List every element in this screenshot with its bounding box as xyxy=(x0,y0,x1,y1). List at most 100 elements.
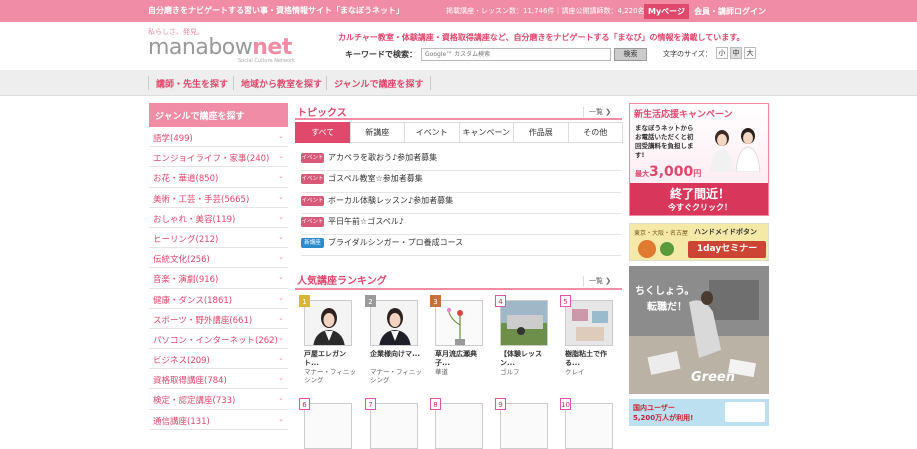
green-ad-text2: 転職だ！ xyxy=(647,302,687,313)
course-thumbnail[interactable] xyxy=(304,300,352,346)
rank-number: 8 xyxy=(430,398,441,410)
login-link[interactable]: 会員・講師ログイン xyxy=(694,6,766,17)
chevron-down-icon: ⌄ xyxy=(278,212,284,221)
sidebar-item-pc-internet[interactable]: パソコン・インターネット(262) ⌄ xyxy=(149,329,288,350)
mypage-button[interactable]: Myページ xyxy=(644,4,689,19)
sidebar-item-correspondence[interactable]: 通信講座(131) ⌄ xyxy=(149,410,288,430)
user-ad-banner[interactable]: 国内ユーザー 5,200万人が利用! xyxy=(629,399,769,426)
ranking-underline xyxy=(295,288,622,290)
site-logo[interactable]: 私らしさ、発見。 manabownet Social Culture Netwo… xyxy=(148,27,328,65)
rank-number: 10 xyxy=(560,398,571,410)
campaign-cta[interactable]: 終了間近！ 今すぐクリック！ xyxy=(630,183,768,215)
nav-item-genre[interactable]: ジャンルで講座を探す xyxy=(334,77,424,90)
ranking-title: 人気講座ランキング xyxy=(297,276,387,287)
nav-divider xyxy=(233,76,234,90)
font-size-small-button[interactable]: 小 xyxy=(716,47,728,59)
tab-all[interactable]: すべて xyxy=(295,122,351,143)
sidebar-item-music-drama[interactable]: 音楽・演劇(916) ⌄ xyxy=(149,268,288,289)
chevron-right-icon: ❯ xyxy=(605,108,612,116)
ranking-more-link[interactable]: 一覧 ❯ xyxy=(583,276,611,286)
seminar-places: 東京・大阪・名古屋 xyxy=(634,230,689,237)
nav-item-teachers[interactable]: 講師・先生を探す xyxy=(156,77,228,90)
course-title[interactable]: 樹脂粘土で作る... xyxy=(565,350,619,368)
sidebar-item-language[interactable]: 語学(499) ⌄ xyxy=(149,127,288,148)
keyword-label: キーワードで検索： xyxy=(345,50,417,59)
course-thumbnail[interactable] xyxy=(304,403,352,449)
sidebar-item-fashion-beauty[interactable]: おしゃれ・美容(119) ⌄ xyxy=(149,208,288,228)
course-thumbnail[interactable] xyxy=(565,300,613,346)
search-button[interactable]: 検索 xyxy=(614,48,647,61)
chevron-down-icon: ⌄ xyxy=(278,414,284,423)
nav-item-area[interactable]: 地域から教室を探す xyxy=(241,77,322,90)
course-thumbnail[interactable] xyxy=(370,300,418,346)
site-tagline: 自分磨きをナビゲートする習い事・資格情報サイト「まなぼうネット」 xyxy=(148,6,404,15)
course-category: 華道 xyxy=(435,368,448,376)
topic-title[interactable]: ゴスペル教室☆参加者募集 xyxy=(328,173,423,184)
list-item[interactable]: イベント アカペラを歌おう♪参加者募集 xyxy=(301,150,621,172)
campaign-max-label: 最大 xyxy=(635,170,649,178)
course-thumbnail[interactable] xyxy=(435,300,483,346)
font-size-label: 文字のサイズ： xyxy=(663,50,712,58)
sidebar-item-healing[interactable]: ヒーリング(212) ⌄ xyxy=(149,228,288,249)
nav-divider xyxy=(326,76,327,90)
button-icon xyxy=(638,240,656,258)
search-input[interactable] xyxy=(421,48,611,61)
sidebar-item-health-dance[interactable]: 健康・ダンス(1861) ⌄ xyxy=(149,289,288,309)
course-category: ゴルフ xyxy=(500,368,520,376)
list-item[interactable]: イベント ゴスペル教室☆参加者募集 xyxy=(301,171,621,193)
rank-number: 7 xyxy=(365,398,376,410)
course-category: クレイ xyxy=(565,368,585,376)
topic-title[interactable]: 平日午前☆ゴスペル♪ xyxy=(328,216,404,227)
campaign-cta-line2: 今すぐクリック！ xyxy=(668,203,732,212)
campaign-title: 新生活応援キャンペーン xyxy=(634,110,733,120)
tab-new-course[interactable]: 新講座 xyxy=(349,122,405,143)
seminar-banner[interactable]: 東京・大阪・名古屋 ハンドメイドボタン 1dayセミナー xyxy=(629,223,769,261)
course-thumbnail[interactable] xyxy=(500,403,548,449)
chevron-down-icon: ⌄ xyxy=(278,172,284,181)
topic-title[interactable]: ブライダルシンガー・プロ養成コース xyxy=(328,237,463,248)
sidebar-item-qualification[interactable]: 資格取得講座(784) ⌄ xyxy=(149,369,288,390)
chevron-down-icon: ⌄ xyxy=(278,354,284,363)
list-item[interactable]: イベント 平日午前☆ゴスペル♪ xyxy=(301,214,621,236)
tab-other[interactable]: その他 xyxy=(567,122,623,143)
sidebar-item-arts-crafts[interactable]: 美術・工芸・手芸(5665) ⌄ xyxy=(149,188,288,208)
sidebar-item-tradition[interactable]: 伝統文化(256) ⌄ xyxy=(149,248,288,269)
font-size-large-button[interactable]: 大 xyxy=(744,47,756,59)
course-title[interactable]: 【体験レッスン... xyxy=(500,350,554,368)
sidebar-item-certification[interactable]: 検定・認定講座(733) ⌄ xyxy=(149,389,288,410)
topic-title[interactable]: アカペラを歌おう♪参加者募集 xyxy=(328,152,437,163)
course-thumbnail[interactable] xyxy=(500,300,548,346)
course-title[interactable]: 草月流広瀬典子... xyxy=(435,350,489,368)
topics-title: トピックス xyxy=(297,108,347,119)
tab-exhibition[interactable]: 作品展 xyxy=(513,122,569,143)
sidebar-item-flowers[interactable]: お花・華道(850) ⌄ xyxy=(149,167,288,188)
logo-text-net: net xyxy=(252,35,292,60)
rank-number: 2 xyxy=(365,295,376,307)
course-thumbnail[interactable] xyxy=(370,403,418,449)
list-item[interactable]: イベント ボーカル体験レッスン♪参加者募集 xyxy=(301,193,621,214)
sidebar-item-sports[interactable]: スポーツ・野外講座(661) ⌄ xyxy=(149,309,288,329)
font-size-medium-button[interactable]: 中 xyxy=(730,47,742,59)
green-banner[interactable]: ちくしょう。 転職だ！ Green xyxy=(629,266,769,394)
tab-event[interactable]: イベント xyxy=(404,122,460,143)
chevron-down-icon: ⌄ xyxy=(278,313,284,322)
chevron-down-icon: ⌄ xyxy=(278,152,284,161)
course-thumbnail[interactable] xyxy=(565,403,613,449)
course-title[interactable]: 戸屋エレガント... xyxy=(304,350,358,368)
green-ad-text1: ちくしょう。 xyxy=(635,286,695,297)
list-item[interactable]: 新講座 ブライダルシンガー・プロ養成コース xyxy=(301,235,621,257)
campaign-cta-line1: 終了間近！ xyxy=(669,187,730,201)
campaign-banner[interactable]: 新生活応援キャンペーン まなぼうネットからお電話いただくと初回受講料を負担します… xyxy=(629,103,769,216)
topics-more-link[interactable]: 一覧 ❯ xyxy=(583,107,611,117)
button-icon xyxy=(660,242,674,256)
tab-campaign[interactable]: キャンペーン xyxy=(458,122,514,143)
course-thumbnail[interactable] xyxy=(435,403,483,449)
event-badge: イベント xyxy=(301,195,324,206)
rank-number: 3 xyxy=(430,295,441,307)
user-ad-logo xyxy=(725,402,765,422)
sidebar-item-enjoy-life[interactable]: エンジョイライフ・家事(240) ⌄ xyxy=(149,147,288,168)
topics-underline xyxy=(295,118,622,120)
topic-title[interactable]: ボーカル体験レッスン♪参加者募集 xyxy=(328,195,453,206)
sidebar-item-business[interactable]: ビジネス(209) ⌄ xyxy=(149,349,288,370)
course-title[interactable]: 企業様向けマ... xyxy=(370,350,424,359)
